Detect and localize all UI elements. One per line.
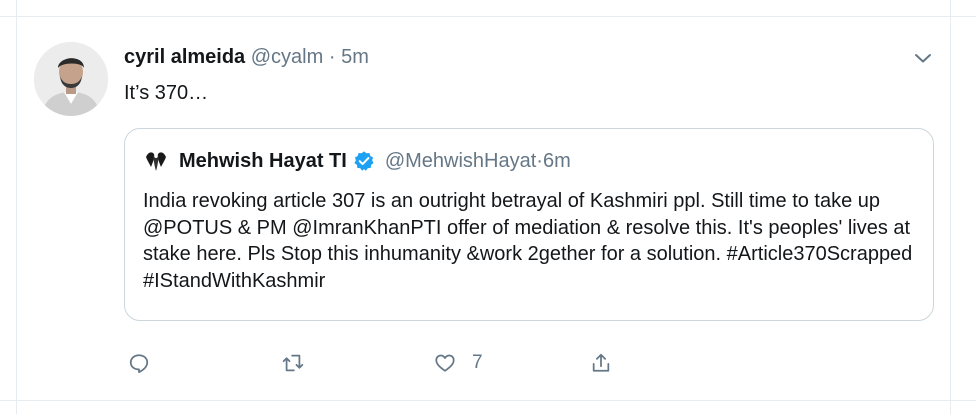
more-options-button[interactable] — [910, 46, 936, 70]
quoted-time-separator: · — [536, 149, 543, 172]
timeline-left-border — [16, 0, 17, 414]
share-icon — [592, 353, 610, 372]
time-separator: · — [328, 46, 336, 68]
author-handle[interactable]: @cyalm — [251, 46, 324, 68]
verified-badge-icon — [353, 150, 375, 172]
bottom-divider — [0, 400, 976, 401]
like-count: 7 — [472, 352, 483, 373]
quoted-author-name[interactable]: Mehwish Hayat TI — [179, 150, 347, 173]
quoted-tweet-header: Mehwish Hayat TI @MehwishHayat · 6m — [143, 147, 571, 175]
avatar[interactable] — [34, 42, 108, 116]
reply-icon — [129, 354, 149, 374]
retweet-button[interactable] — [282, 348, 304, 378]
quoted-tweet-time[interactable]: 6m — [543, 150, 571, 173]
reply-button[interactable] — [128, 348, 150, 378]
tweet-header: cyril almeida @cyalm · 5m — [124, 44, 369, 70]
quoted-author-handle[interactable]: @MehwishHayat — [385, 150, 536, 173]
tweet-time[interactable]: 5m — [341, 46, 369, 68]
tweet-actions: 7 — [124, 348, 684, 378]
avatar-photo — [34, 42, 108, 116]
chevron-down-icon — [915, 54, 931, 63]
author-name[interactable]: cyril almeida — [124, 46, 245, 68]
quoted-avatar[interactable] — [143, 148, 169, 174]
quoted-tweet[interactable]: Mehwish Hayat TI @MehwishHayat · 6m Indi… — [124, 128, 934, 321]
top-divider — [0, 16, 976, 17]
like-button[interactable]: 7 — [434, 348, 483, 378]
retweet-icon — [282, 354, 304, 372]
heart-icon — [435, 354, 455, 372]
quoted-tweet-text: India revoking article 307 is an outrigh… — [143, 190, 913, 292]
timeline-right-border — [950, 0, 951, 414]
share-button[interactable] — [590, 348, 612, 378]
quoted-avatar-image — [143, 148, 169, 174]
tweet-text: It’s 370… — [124, 82, 209, 104]
